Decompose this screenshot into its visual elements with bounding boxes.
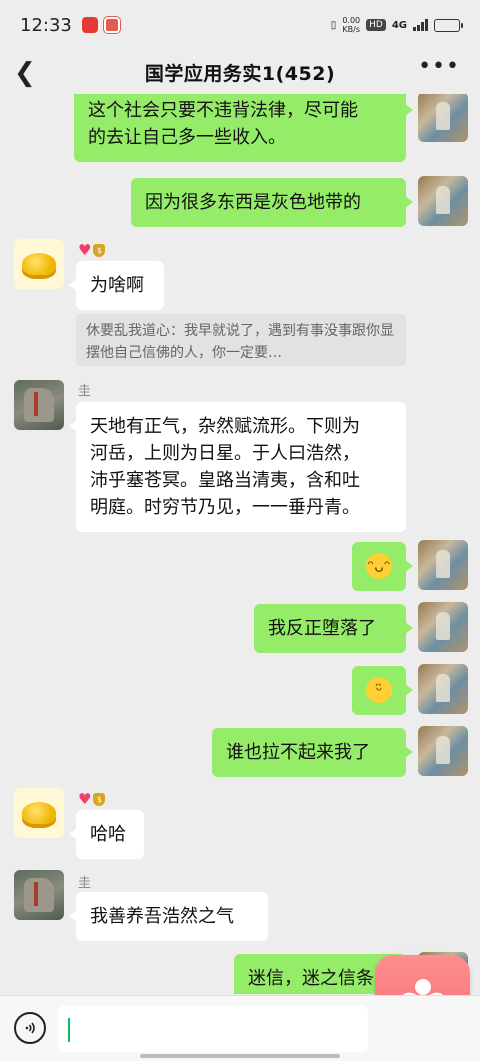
message-bubble[interactable]: ᵕ̈ bbox=[352, 666, 413, 715]
self-avatar[interactable] bbox=[418, 664, 468, 714]
money-bag-icon: $ bbox=[93, 792, 106, 806]
sender-avatar[interactable] bbox=[14, 870, 64, 920]
grin-emoji-icon: ᵔᴗᵔ bbox=[366, 553, 392, 579]
quoted-message[interactable]: 休要乱我道心：我早就说了，遇到有事没事跟你显摆他自己信佛的人，你一定要… bbox=[76, 314, 406, 366]
status-bar: 12:33 ▯ 0.00 KB/s HD 4G bbox=[0, 0, 480, 50]
message-bubble[interactable]: 我善养吾浩然之气 bbox=[69, 892, 268, 941]
network-type: 4G bbox=[391, 19, 407, 31]
signal-icon bbox=[413, 19, 428, 31]
sender-name: 圭 bbox=[78, 876, 92, 891]
money-bag-icon: $ bbox=[93, 243, 106, 257]
gold-ingot-icon bbox=[22, 253, 56, 275]
gold-ingot-icon bbox=[22, 802, 56, 824]
message-input[interactable] bbox=[58, 1006, 368, 1052]
message-bubble[interactable]: ᵔᴗᵔ bbox=[352, 542, 413, 591]
net-speed: 0.00 KB/s bbox=[342, 16, 361, 34]
chevron-left-icon[interactable]: ❮ bbox=[14, 58, 36, 88]
self-avatar[interactable] bbox=[418, 94, 468, 142]
ellipsis-icon[interactable]: ••• bbox=[418, 54, 460, 79]
message-bubble[interactable]: 哈哈 bbox=[69, 810, 144, 859]
hd-badge: HD bbox=[366, 19, 386, 31]
self-avatar[interactable] bbox=[418, 602, 468, 652]
sender-avatar[interactable] bbox=[14, 239, 64, 289]
self-avatar[interactable] bbox=[418, 540, 468, 590]
message-bubble[interactable]: 因为很多东西是灰色地带的 bbox=[131, 178, 413, 227]
message-bubble[interactable]: 谁也拉不起来我了 bbox=[212, 728, 413, 777]
app-notification-icon bbox=[102, 16, 121, 34]
heart-icon: ♥ bbox=[78, 241, 92, 259]
message-bubble[interactable]: 为啥啊 bbox=[69, 261, 164, 310]
status-time: 12:33 bbox=[20, 14, 72, 36]
vibrate-icon: ▯ bbox=[330, 19, 337, 31]
sender-avatar[interactable] bbox=[14, 380, 64, 430]
message-bubble[interactable]: 天地有正气，杂然赋流形。下则为 河岳，上则为日星。于人曰浩然， 沛乎塞苍冥。皇路… bbox=[69, 402, 406, 532]
home-indicator[interactable] bbox=[140, 1054, 340, 1058]
self-avatar[interactable] bbox=[418, 726, 468, 776]
voice-icon[interactable] bbox=[14, 1012, 46, 1044]
text-caret bbox=[68, 1018, 70, 1042]
message-bubble[interactable]: 我反正堕落了 bbox=[254, 604, 413, 653]
thinking-emoji-icon: ᵕ̈ bbox=[366, 677, 392, 703]
status-right-icons: ▯ 0.00 KB/s HD 4G bbox=[330, 16, 463, 34]
message-list[interactable]: 这个社会只要不违背法律，尽可能 的去让自己多一些收入。 因为很多东西是灰色地带的… bbox=[0, 94, 480, 994]
heart-icon: ♥ bbox=[78, 790, 92, 808]
input-bar bbox=[0, 995, 480, 1061]
sender-name: 圭 bbox=[78, 384, 92, 399]
self-avatar[interactable] bbox=[418, 176, 468, 226]
netease-music-icon bbox=[81, 17, 98, 33]
sender-badges: ♥ $ bbox=[78, 790, 106, 808]
message-bubble[interactable]: 这个社会只要不违背法律，尽可能 的去让自己多一些收入。 bbox=[74, 94, 413, 162]
sender-avatar[interactable] bbox=[14, 788, 64, 838]
battery-icon bbox=[434, 18, 463, 32]
chat-title: 国学应用务实1(452) bbox=[144, 62, 336, 85]
chat-header: ❮ 国学应用务实1(452) ••• bbox=[0, 50, 480, 94]
sender-badges: ♥ $ bbox=[78, 241, 106, 259]
